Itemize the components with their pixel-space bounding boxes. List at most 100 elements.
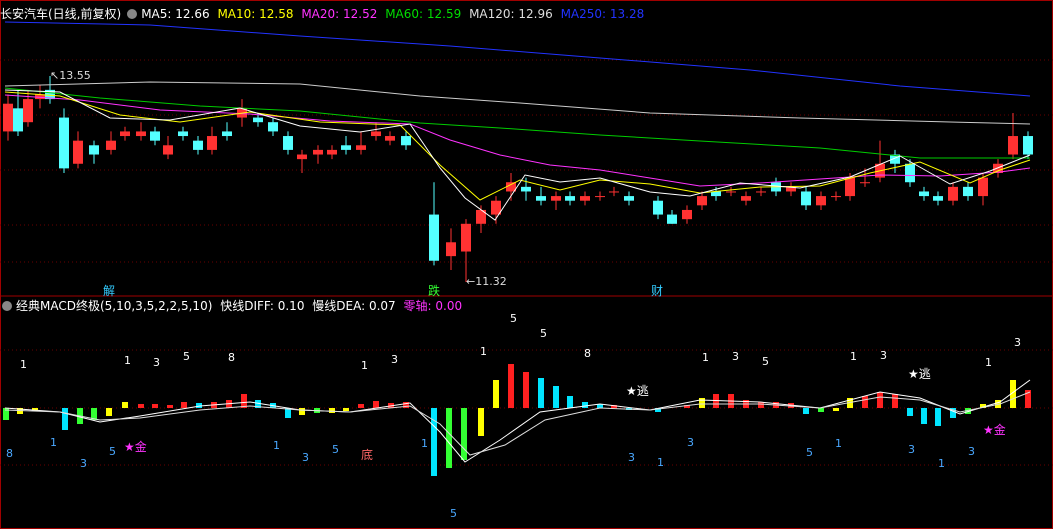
cycle-number-upper: 1 <box>124 354 131 367</box>
settings-gear-icon[interactable] <box>2 301 12 311</box>
cycle-number-lower: 3 <box>908 443 915 456</box>
price-panel-header: 长安汽车(日线,前复权) MA5: 12.66 MA10: 12.58 MA20:… <box>0 5 648 23</box>
candle-body <box>624 196 634 201</box>
macd-bar <box>343 408 349 411</box>
candle-body <box>653 200 663 215</box>
settings-gear-icon[interactable] <box>127 9 138 19</box>
diff-line <box>4 379 1031 463</box>
macd-bar <box>582 402 588 408</box>
candle-body <box>222 131 232 137</box>
cycle-number-upper: 3 <box>732 350 739 363</box>
macd-bar <box>152 404 158 408</box>
candle-body <box>1008 136 1018 155</box>
cycle-number-upper: 5 <box>510 312 517 325</box>
cycle-number-upper: 3 <box>391 353 398 366</box>
candle-body <box>178 131 188 137</box>
candle-body <box>356 145 366 150</box>
macd-bar <box>299 408 305 415</box>
candle-body <box>801 191 811 206</box>
candle-body <box>385 136 395 141</box>
cycle-number-upper: 8 <box>584 347 591 360</box>
candle-body <box>933 196 943 201</box>
cycle-number-lower: 1 <box>938 457 945 470</box>
cycle-number-upper: 1 <box>20 358 27 371</box>
ma250-line <box>4 21 1031 97</box>
candle-body <box>371 131 381 137</box>
macd-bar <box>508 364 514 408</box>
candle-body <box>193 140 203 150</box>
macd-bar <box>62 408 68 430</box>
candle-body <box>106 140 116 150</box>
macd-bar <box>877 392 883 408</box>
candle-body <box>831 196 841 198</box>
signal-escape-2: ★逃 <box>908 367 931 381</box>
candle-body <box>268 122 278 132</box>
cycle-number-upper: 3 <box>880 349 887 362</box>
macd-panel-header: 经典MACD终极(5,10,3,5,2,2,5,10) 快线DIFF: 0.10… <box>0 297 466 315</box>
candle-body <box>860 182 870 184</box>
candle-body <box>136 131 146 137</box>
candle-body <box>163 145 173 155</box>
cycle-number-lower: 3 <box>687 436 694 449</box>
dea-line <box>4 391 1031 456</box>
macd-bar <box>329 408 335 413</box>
candle-body <box>120 131 130 137</box>
cycle-number-lower: 5 <box>109 445 116 458</box>
candle-body <box>697 196 707 206</box>
candle-body <box>756 191 766 193</box>
candle-body <box>253 117 263 123</box>
stock-title[interactable]: 长安汽车(日线,前复权) <box>0 7 121 21</box>
candle-body <box>59 117 69 169</box>
signal-gold-1: ★金 <box>124 440 147 454</box>
macd-title[interactable]: 经典MACD终极(5,10,3,5,2,2,5,10) <box>16 299 212 313</box>
ma10-label: MA10: 12.58 <box>217 7 294 21</box>
cycle-number-lower: 5 <box>450 507 457 520</box>
macd-bar <box>538 378 544 408</box>
macd-bar <box>138 404 144 408</box>
candle-body <box>89 145 99 155</box>
cycle-number-lower: 1 <box>657 456 664 469</box>
macd-bar <box>803 408 809 414</box>
candle-body <box>13 108 23 132</box>
candle-body <box>536 196 546 201</box>
candle-body <box>341 145 351 150</box>
macd-bar <box>567 396 573 408</box>
macd-bar <box>461 408 467 460</box>
candle-body <box>1023 136 1033 155</box>
candle-body <box>429 214 439 261</box>
signal-gold-2: ★金 <box>983 423 1006 437</box>
macd-bar <box>106 408 112 416</box>
marker-jie: 解 <box>103 284 116 298</box>
candle-body <box>23 99 33 123</box>
macd-bar <box>818 408 824 412</box>
macd-bar <box>892 394 898 408</box>
cycle-number-lower: 3 <box>968 445 975 458</box>
candle-body <box>963 186 973 197</box>
candle-body <box>521 186 531 192</box>
macd-bar <box>446 408 452 468</box>
candle-body <box>726 191 736 193</box>
macd-bar <box>907 408 913 416</box>
cycle-number-lower: 8 <box>6 447 13 460</box>
candle-body <box>595 196 605 198</box>
macd-bar <box>862 396 868 408</box>
cycle-number-upper: 3 <box>153 356 160 369</box>
candle-body <box>551 196 561 201</box>
signal-bottom: 底 <box>361 448 374 462</box>
ma5-label: MA5: 12.66 <box>141 7 210 21</box>
candle-body <box>609 191 619 193</box>
ma60-label: MA60: 12.59 <box>385 7 462 21</box>
macd-bar <box>553 386 559 408</box>
macd-bar <box>167 405 173 408</box>
cycle-number-upper: 5 <box>540 327 547 340</box>
cycle-number-lower: 1 <box>421 437 428 450</box>
macd-bar <box>122 402 128 408</box>
cycle-number-lower: 1 <box>50 436 57 449</box>
candle-body <box>401 136 411 146</box>
macd-bar <box>181 402 187 408</box>
candle-body <box>741 196 751 201</box>
macd-bar <box>699 398 705 408</box>
candle-body <box>667 214 677 224</box>
cycle-number-lower: 3 <box>302 451 309 464</box>
low-price-label: ←11.32 <box>466 275 507 288</box>
